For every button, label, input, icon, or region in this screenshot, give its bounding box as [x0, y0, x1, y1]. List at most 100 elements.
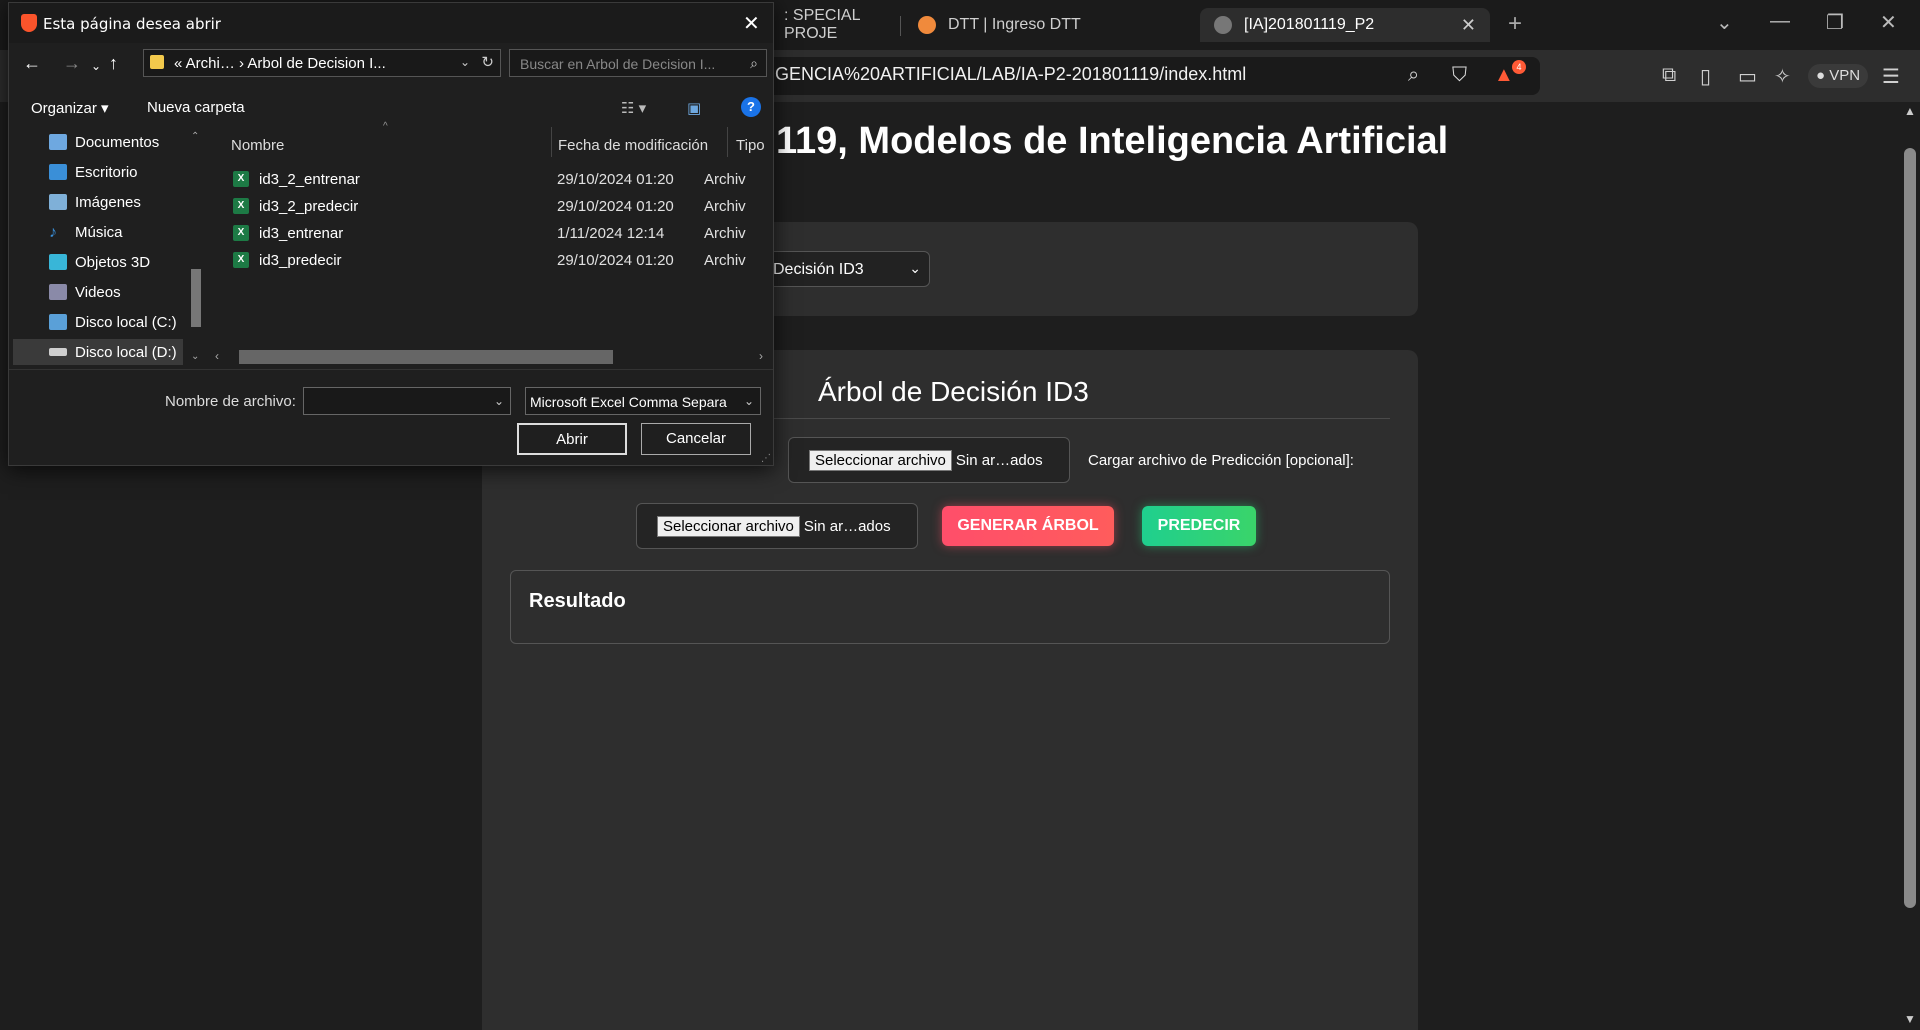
forward-arrow-icon[interactable]: → [63, 53, 81, 74]
filetype-select[interactable]: Microsoft Excel Comma Separa ⌄ [525, 387, 761, 415]
file-row[interactable]: X id3_entrenar 1/11/2024 12:14 Archiv [233, 221, 761, 247]
brave-shield-icon[interactable]: ⛉ [1452, 64, 1467, 87]
tab-search-chevron-icon[interactable]: ⌄ [1716, 10, 1733, 35]
recent-locations-chevron-icon[interactable]: ⌄ [91, 59, 101, 73]
file-list-hscroll-thumb[interactable] [239, 350, 613, 364]
up-arrow-icon[interactable]: ↑ [109, 53, 118, 74]
file-date: 29/10/2024 01:20 [557, 252, 674, 269]
sidebar-item-videos[interactable]: Videos [49, 279, 121, 305]
vpn-label: VPN [1829, 67, 1861, 84]
sidebar-scrollbar[interactable] [187, 125, 203, 365]
desktop-icon [49, 164, 67, 180]
chevron-down-icon[interactable]: ⌄ [494, 394, 504, 408]
pictures-icon [49, 194, 67, 210]
select-file-button[interactable]: Seleccionar archivo [657, 515, 800, 537]
path-text: « Archi… › Arbol de Decision I... [174, 55, 386, 72]
file-name: id3_2_predecir [259, 198, 359, 215]
tab-dtt-ingreso[interactable]: DTT | Ingreso DTT [904, 8, 1174, 42]
path-breadcrumb[interactable]: « Archi… › Arbol de Decision I... ⌄ ↻ [143, 49, 501, 77]
dialog-titlebar[interactable]: Esta página desea abrir ✕ [9, 3, 773, 43]
prediction-file-label: Cargar archivo de Predicción [opcional]: [1088, 452, 1354, 469]
extensions-icon[interactable]: ⧉ [1662, 64, 1676, 87]
back-arrow-icon[interactable]: ← [23, 53, 41, 74]
sidebar-item-label: Música [75, 223, 123, 241]
close-tab-icon[interactable]: ✕ [1461, 15, 1476, 36]
preview-pane-icon[interactable]: ▣ [687, 99, 701, 117]
select-file-button[interactable]: Seleccionar archivo [809, 449, 952, 471]
filename-input[interactable]: ⌄ [303, 387, 511, 415]
training-file-input[interactable]: Seleccionar archivo Sin ar…ados [788, 437, 1070, 483]
file-name: id3_entrenar [259, 225, 344, 242]
shields-badge: 4 [1512, 60, 1526, 74]
resize-grip-icon[interactable]: ⋰ [761, 453, 771, 464]
sidebar-item-documentos[interactable]: Documentos [49, 129, 159, 155]
file-type: Archiv [704, 198, 746, 215]
column-separator[interactable] [551, 127, 552, 157]
sidebar-item-disco-d[interactable]: Disco local (D:) [13, 339, 183, 365]
column-header-type[interactable]: Tipo [736, 137, 765, 154]
globe-icon [1214, 16, 1232, 34]
file-type: Archiv [704, 252, 746, 269]
scroll-left-icon[interactable]: ‹ [215, 349, 219, 363]
sidebar-item-label: Documentos [75, 133, 160, 151]
leo-icon[interactable]: ✧ [1774, 64, 1791, 89]
drive-icon [49, 348, 67, 356]
file-row[interactable]: X id3_2_predecir 29/10/2024 01:20 Archiv [233, 194, 761, 220]
menu-icon[interactable]: ☰ [1882, 64, 1900, 89]
help-icon[interactable]: ? [741, 97, 761, 117]
prediction-file-input[interactable]: Seleccionar archivo Sin ar…ados [636, 503, 918, 549]
close-icon[interactable]: ✕ [743, 11, 760, 36]
predict-button[interactable]: PREDECIR [1142, 506, 1256, 546]
column-header-date[interactable]: Fecha de modificación [558, 137, 708, 154]
sidebar-item-label: Imágenes [75, 193, 141, 211]
page-scroll-thumb[interactable] [1904, 148, 1916, 908]
sidebar-item-musica[interactable]: ♪ Música [49, 219, 123, 245]
file-type: Archiv [704, 171, 746, 188]
restore-button[interactable]: ❐ [1826, 10, 1844, 35]
column-header-name[interactable]: Nombre [231, 137, 284, 154]
file-row[interactable]: X id3_2_entrenar 29/10/2024 01:20 Archiv [233, 167, 761, 193]
sidebar-icon[interactable]: ▯ [1700, 64, 1711, 89]
scroll-up-icon[interactable]: ⌃ [191, 131, 199, 142]
sidebar-scroll-thumb[interactable] [191, 269, 201, 327]
tab-separator [900, 16, 901, 36]
view-options-icon[interactable]: ☷ ▾ [621, 99, 646, 117]
sidebar-item-escritorio[interactable]: Escritorio [49, 159, 138, 185]
algorithm-select[interactable]: Decisión ID3 ⌄ [762, 251, 930, 287]
filename-label: Nombre de archivo: [165, 393, 296, 410]
scroll-down-icon[interactable]: ⌄ [191, 351, 199, 362]
refresh-icon[interactable]: ↻ [481, 53, 494, 71]
tab-ia-p2[interactable]: [IA]201801119_P2 ✕ [1200, 8, 1490, 42]
open-button[interactable]: Abrir [517, 423, 627, 455]
scroll-right-icon[interactable]: › [759, 349, 763, 363]
minimize-button[interactable]: — [1770, 10, 1790, 33]
file-date: 29/10/2024 01:20 [557, 171, 674, 188]
generate-tree-button[interactable]: GENERAR ÁRBOL [942, 506, 1114, 546]
column-separator[interactable] [727, 127, 728, 157]
sidebar-item-imagenes[interactable]: Imágenes [49, 189, 141, 215]
page-title: 119, Modelos de Inteligencia Artificial [776, 120, 1449, 162]
sidebar-item-objetos-3d[interactable]: Objetos 3D [49, 249, 150, 275]
scroll-down-icon[interactable]: ▼ [1904, 1012, 1916, 1026]
tab-label: [IA]201801119_P2 [1244, 16, 1375, 33]
tab-special-project[interactable]: : SPECIAL PROJE [770, 7, 900, 42]
section-title: Árbol de Decisión ID3 [818, 376, 1089, 407]
search-input[interactable]: Buscar en Arbol de Decision I... ⌕ [509, 49, 767, 77]
sidebar-item-disco-c[interactable]: Disco local (C:) [49, 309, 177, 335]
scroll-up-icon[interactable]: ▲ [1904, 104, 1916, 118]
file-row[interactable]: X id3_predecir 29/10/2024 01:20 Archiv [233, 248, 761, 274]
url-text[interactable]: GENCIA%20ARTIFICIAL/LAB/IA-P2-201801119/… [775, 64, 1246, 85]
cancel-button[interactable]: Cancelar [641, 423, 751, 455]
vpn-button[interactable]: ● VPN [1808, 64, 1869, 88]
new-tab-button[interactable]: + [1508, 10, 1522, 38]
organize-button[interactable]: Organizar ▾ [31, 99, 109, 117]
new-folder-button[interactable]: Nueva carpeta [147, 99, 245, 116]
drive-icon [49, 314, 67, 330]
rewards-icon[interactable]: ▲ [1494, 64, 1514, 87]
music-icon: ♪ [49, 224, 57, 241]
wallet-icon[interactable]: ▭ [1738, 64, 1757, 89]
chevron-down-icon[interactable]: ⌄ [460, 55, 470, 69]
search-placeholder: Buscar en Arbol de Decision I... [520, 56, 716, 72]
close-window-button[interactable]: ✕ [1880, 10, 1897, 35]
zoom-icon[interactable]: ⌕ [1408, 64, 1419, 87]
